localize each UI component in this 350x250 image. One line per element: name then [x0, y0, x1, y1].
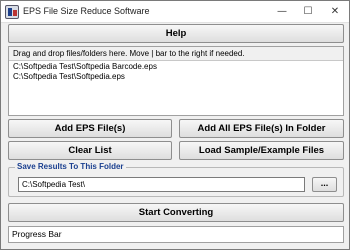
save-results-group: Save Results To This Folder ... [8, 162, 344, 197]
app-window: EPS File Size Reduce Software — ☐ ✕ Help… [0, 0, 350, 250]
file-list-body[interactable]: C:\Softpedia Test\Softpedia Barcode.eps … [9, 62, 343, 115]
add-eps-files-button[interactable]: Add EPS File(s) [8, 119, 172, 138]
file-list-header[interactable]: Drag and drop files/folders here. Move |… [9, 47, 343, 61]
app-icon [5, 5, 19, 19]
add-all-eps-in-folder-button[interactable]: Add All EPS File(s) In Folder [179, 119, 344, 138]
start-converting-button[interactable]: Start Converting [8, 203, 344, 222]
clear-list-button[interactable]: Clear List [8, 141, 172, 160]
list-item[interactable]: C:\Softpedia Test\Softpedia.eps [9, 72, 343, 82]
progress-bar: Progress Bar [8, 226, 344, 243]
file-list[interactable]: Drag and drop files/folders here. Move |… [8, 46, 344, 116]
output-folder-input[interactable] [18, 177, 305, 192]
close-icon[interactable]: ✕ [321, 1, 349, 22]
title-bar[interactable]: EPS File Size Reduce Software — ☐ ✕ [1, 1, 349, 23]
window-title: EPS File Size Reduce Software [23, 6, 150, 16]
list-item[interactable]: C:\Softpedia Test\Softpedia Barcode.eps [9, 62, 343, 72]
load-sample-files-button[interactable]: Load Sample/Example Files [179, 141, 344, 160]
browse-folder-button[interactable]: ... [312, 177, 337, 192]
maximize-icon[interactable]: ☐ [295, 1, 321, 22]
minimize-icon[interactable]: — [269, 1, 295, 22]
save-results-label: Save Results To This Folder [15, 162, 126, 171]
help-button[interactable]: Help [8, 24, 344, 43]
